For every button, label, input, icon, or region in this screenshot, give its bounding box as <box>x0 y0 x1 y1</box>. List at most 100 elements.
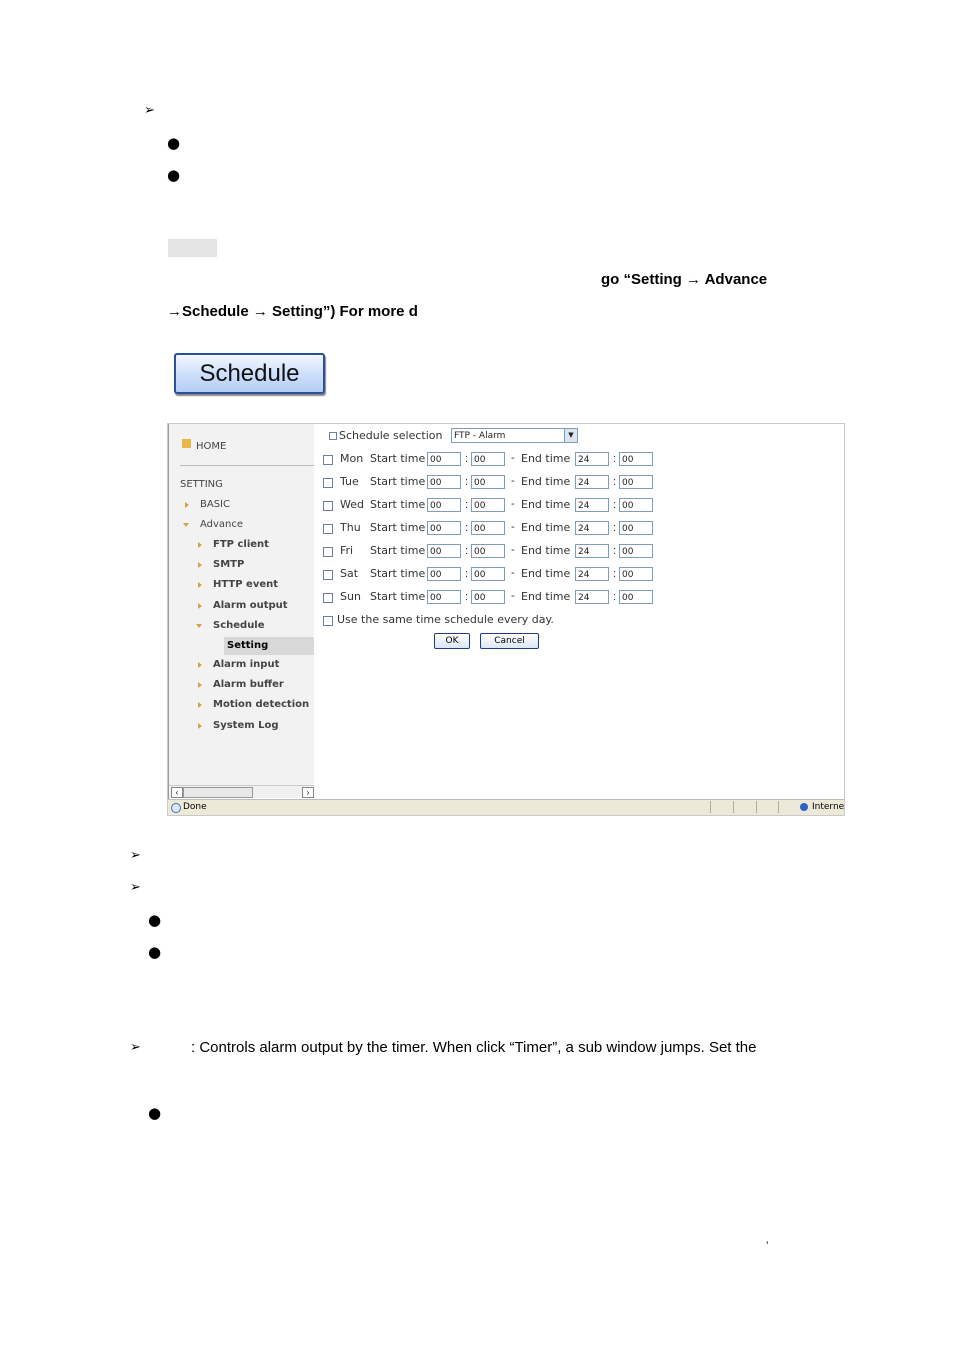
arrow-bullet-icon: ➢ <box>130 1040 141 1055</box>
colon-sep: : <box>613 591 617 603</box>
end-hour-input[interactable]: 24 <box>575 521 609 535</box>
horizontal-scrollbar[interactable]: ‹ › <box>169 785 314 798</box>
end-hour-input[interactable]: 24 <box>575 590 609 604</box>
nav-smtp[interactable]: SMTP <box>213 559 244 570</box>
end-hour-input[interactable]: 24 <box>575 544 609 558</box>
start-minute-input[interactable]: 00 <box>471 475 505 489</box>
same-schedule-label: Use the same time schedule every day. <box>337 613 554 626</box>
end-minute-input[interactable]: 00 <box>619 452 653 466</box>
nav-setting: SETTING <box>180 479 223 490</box>
start-minute-input[interactable]: 00 <box>471 567 505 581</box>
day-checkbox[interactable] <box>323 570 333 580</box>
triangle-down-icon <box>196 624 202 628</box>
colon-sep: : <box>465 568 469 580</box>
colon-sep: : <box>613 568 617 580</box>
colon-sep: : <box>465 499 469 511</box>
nav-alarm-output[interactable]: Alarm output <box>213 600 288 611</box>
triangle-right-icon <box>198 682 202 688</box>
start-minute-input[interactable]: 00 <box>471 544 505 558</box>
dash-sep: - <box>511 452 515 464</box>
day-checkbox[interactable] <box>323 547 333 557</box>
status-bar: Done Internet <box>168 799 844 815</box>
end-time-label: End time <box>521 567 571 580</box>
end-time-label: End time <box>521 475 571 488</box>
nav-schedule[interactable]: Schedule <box>213 620 265 631</box>
colon-sep: : <box>613 499 617 511</box>
day-label: Tue <box>340 475 359 488</box>
colon-sep: : <box>465 453 469 465</box>
end-minute-input[interactable]: 00 <box>619 498 653 512</box>
status-done: Done <box>183 802 207 812</box>
nav-home[interactable]: HOME <box>196 441 226 452</box>
start-hour-input[interactable]: 00 <box>427 475 461 489</box>
nav-ftp-client[interactable]: FTP client <box>213 539 269 550</box>
day-label: Mon <box>340 452 364 465</box>
day-label: Thu <box>340 521 361 534</box>
ok-button[interactable]: OK <box>434 633 470 649</box>
day-label: Fri <box>340 544 354 557</box>
triangle-right-icon <box>185 502 189 508</box>
end-minute-input[interactable]: 00 <box>619 521 653 535</box>
colon-sep: : <box>613 453 617 465</box>
start-time-label: Start time <box>370 567 426 580</box>
start-minute-input[interactable]: 00 <box>471 521 505 535</box>
start-hour-input[interactable]: 00 <box>427 498 461 512</box>
end-minute-input[interactable]: 00 <box>619 475 653 489</box>
end-minute-input[interactable]: 00 <box>619 544 653 558</box>
triangle-right-icon <box>198 562 202 568</box>
nav-system-log[interactable]: System Log <box>213 720 279 731</box>
triangle-right-icon <box>198 662 202 668</box>
nav-alarm-buffer[interactable]: Alarm buffer <box>213 679 284 690</box>
end-hour-input[interactable]: 24 <box>575 567 609 581</box>
chevron-down-icon[interactable]: ▼ <box>564 429 577 442</box>
day-checkbox[interactable] <box>323 478 333 488</box>
globe-icon <box>800 803 808 811</box>
end-time-label: End time <box>521 590 571 603</box>
nav-advance[interactable]: Advance <box>200 519 243 530</box>
end-hour-input[interactable]: 24 <box>575 452 609 466</box>
start-time-label: Start time <box>370 521 426 534</box>
page-icon <box>171 803 181 813</box>
nav-alarm-input[interactable]: Alarm input <box>213 659 279 670</box>
start-hour-input[interactable]: 00 <box>427 590 461 604</box>
instruction-text-1: go “Setting → Advance <box>601 271 768 288</box>
end-time-label: End time <box>521 521 571 534</box>
dash-sep: - <box>511 544 515 556</box>
end-time-label: End time <box>521 498 571 511</box>
start-hour-input[interactable]: 00 <box>427 567 461 581</box>
schedule-button[interactable]: Schedule <box>174 353 325 394</box>
home-icon <box>182 439 191 448</box>
day-checkbox[interactable] <box>323 455 333 465</box>
scroll-right-icon[interactable]: › <box>302 787 314 798</box>
nav-http-event[interactable]: HTTP event <box>213 579 278 590</box>
start-minute-input[interactable]: 00 <box>471 452 505 466</box>
end-minute-input[interactable]: 00 <box>619 567 653 581</box>
bullet-icon: ● <box>148 943 162 961</box>
scroll-thumb[interactable] <box>183 787 253 798</box>
highlight-box <box>168 239 217 257</box>
end-minute-input[interactable]: 00 <box>619 590 653 604</box>
cancel-button[interactable]: Cancel <box>480 633 539 649</box>
dash-sep: - <box>511 590 515 602</box>
day-checkbox[interactable] <box>323 501 333 511</box>
day-checkbox[interactable] <box>323 593 333 603</box>
start-minute-input[interactable]: 00 <box>471 498 505 512</box>
schedule-selection-select[interactable]: FTP - Alarm ▼ <box>451 428 578 443</box>
start-hour-input[interactable]: 00 <box>427 544 461 558</box>
scroll-left-icon[interactable]: ‹ <box>171 787 183 798</box>
day-checkbox[interactable] <box>323 524 333 534</box>
day-label: Sun <box>340 590 361 603</box>
end-hour-input[interactable]: 24 <box>575 475 609 489</box>
bullet-icon: ● <box>148 911 162 929</box>
start-minute-input[interactable]: 00 <box>471 590 505 604</box>
schedule-selection-icon <box>329 432 337 440</box>
end-hour-input[interactable]: 24 <box>575 498 609 512</box>
nav-basic[interactable]: BASIC <box>200 499 230 510</box>
start-hour-input[interactable]: 00 <box>427 452 461 466</box>
nav-setting-selected[interactable]: Setting <box>227 640 268 651</box>
colon-sep: : <box>613 522 617 534</box>
start-hour-input[interactable]: 00 <box>427 521 461 535</box>
day-label: Wed <box>340 498 364 511</box>
nav-motion-detection[interactable]: Motion detection <box>213 699 309 710</box>
same-schedule-checkbox[interactable] <box>323 616 333 626</box>
